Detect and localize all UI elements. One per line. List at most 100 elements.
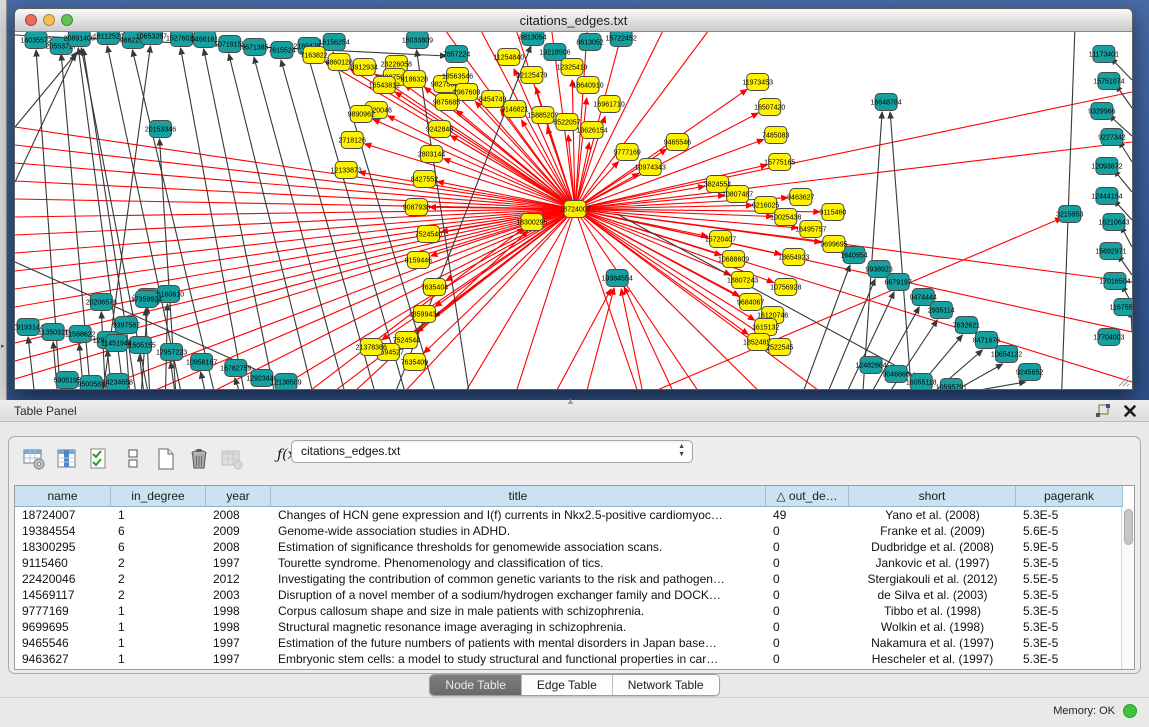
graph-node[interactable]: 20153346 [145, 121, 176, 138]
graph-node[interactable]: 21378366 [356, 339, 387, 356]
graph-node[interactable]: 11350311 [38, 324, 68, 341]
graph-edge[interactable] [365, 144, 575, 209]
table-row[interactable]: 911546021997Tourette syndrome. Phenomeno… [15, 555, 1134, 571]
graph-node[interactable]: 10807487 [722, 186, 753, 203]
graph-node[interactable]: 16782759 [220, 360, 251, 377]
graph-edge[interactable] [979, 382, 1025, 389]
graph-node[interactable]: 18807243 [727, 272, 758, 289]
graph-edge[interactable] [575, 32, 662, 209]
graph-edge[interactable] [15, 209, 575, 289]
graph-node[interactable]: 7163822 [300, 47, 327, 64]
graph-edge[interactable] [181, 48, 244, 389]
table-row[interactable]: 2242004622012Investigating the contribut… [15, 571, 1134, 587]
graph-node[interactable]: 9671385 [241, 39, 268, 56]
graph-node[interactable]: 14234658 [102, 374, 133, 390]
resize-grip-icon[interactable] [1116, 373, 1130, 387]
graph-edge[interactable] [201, 372, 205, 389]
graph-node[interactable]: 10756928 [770, 279, 801, 296]
graph-node[interactable]: 16543812 [369, 77, 400, 94]
column-header-short[interactable]: short [849, 486, 1016, 507]
graph-node[interactable]: 16055118 [906, 374, 937, 390]
graph-node[interactable]: 16210643 [1098, 214, 1129, 231]
column-header-pagerank[interactable]: pagerank [1016, 486, 1123, 507]
row-panel-icon[interactable] [120, 446, 146, 472]
graph-node[interactable]: 7635409 [401, 354, 428, 371]
graph-node[interactable]: 8813054 [519, 32, 546, 46]
table-mode-icon[interactable] [21, 446, 47, 472]
graph-edge[interactable] [373, 119, 575, 209]
table-row[interactable]: 1872400712008Changes of HCN gene express… [15, 507, 1134, 523]
graph-edge[interactable] [804, 265, 850, 389]
tab-network-table[interactable]: Network Table [613, 675, 719, 695]
graph-node[interactable]: 7857224 [443, 46, 470, 63]
column-header-name[interactable]: name [15, 486, 111, 507]
create-column-icon[interactable] [153, 446, 179, 472]
graph-node[interactable]: 11254840 [493, 49, 524, 66]
graph-node[interactable]: 6679197 [885, 274, 912, 291]
column-checks-icon[interactable] [87, 446, 113, 472]
table-row[interactable]: 1938455462009Genome-wide association stu… [15, 523, 1134, 539]
graph-node[interactable]: 3215953 [1056, 206, 1083, 223]
graph-node[interactable]: 7524540 [415, 226, 442, 243]
graph-node[interactable]: 19384554 [602, 270, 633, 287]
graph-node[interactable]: 10654122 [991, 346, 1022, 363]
splitter-handle[interactable]: ▲ [566, 396, 575, 406]
graph-node[interactable]: 15692971 [1095, 243, 1126, 260]
graph-node[interactable]: 1615132 [752, 319, 779, 336]
graph-node[interactable]: 10958167 [186, 354, 217, 371]
graph-node[interactable]: 17704003 [1093, 329, 1124, 346]
graph-edge[interactable] [587, 288, 614, 389]
close-panel-icon[interactable] [1123, 404, 1137, 418]
graph-edge[interactable] [28, 337, 34, 389]
graph-node[interactable]: 7632621 [953, 317, 980, 334]
graph-node[interactable]: 18724007 [559, 201, 590, 218]
graph-edge[interactable] [15, 209, 575, 271]
graph-node[interactable]: 15775165 [764, 154, 795, 171]
graph-node[interactable]: 9684067 [737, 294, 764, 311]
graph-edge[interactable] [575, 32, 707, 209]
column-header-out_de[interactable]: △ out_de… [766, 486, 849, 507]
graph-node[interactable]: 19218506 [539, 44, 570, 61]
graph-node[interactable]: 12325419 [556, 59, 587, 76]
tab-edge-table[interactable]: Edge Table [522, 675, 613, 695]
graph-node[interactable]: 18654923 [778, 249, 809, 266]
graph-node[interactable]: 17359924 [131, 291, 162, 308]
table-row[interactable]: 1830029562008Estimation of significance … [15, 539, 1134, 555]
graph-edge[interactable] [204, 49, 274, 389]
minimize-window-icon[interactable] [43, 14, 55, 26]
import-table-icon[interactable] [219, 446, 245, 472]
graph-node[interactable]: 15751074 [1093, 73, 1124, 90]
graph-node[interactable]: 12093872 [1091, 158, 1122, 175]
table-row[interactable]: 969969511998Structural magnetic resonanc… [15, 619, 1134, 635]
panel-collapse-glyph[interactable]: ▸ [1, 342, 5, 350]
graph-edge[interactable] [863, 112, 882, 389]
table-scrollbar-thumb[interactable] [1124, 509, 1133, 545]
graph-node[interactable]: 9777169 [614, 144, 641, 161]
zoom-window-icon[interactable] [61, 14, 73, 26]
graph-node[interactable]: 7635404 [421, 279, 448, 296]
graph-node[interactable]: 18640910 [572, 77, 603, 94]
column-header-in_degree[interactable]: in_degree [111, 486, 206, 507]
graph-node[interactable]: 9242848 [426, 121, 453, 138]
table-row[interactable]: 1456911722003Disruption of a novel membe… [15, 587, 1134, 603]
graph-node[interactable]: 18563546 [442, 68, 473, 85]
graph-node[interactable]: 9245652 [1016, 364, 1043, 381]
graph-node[interactable]: 17957223 [156, 344, 187, 361]
graph-edge[interactable] [156, 209, 576, 389]
graph-edge[interactable] [557, 289, 611, 389]
graph-node[interactable]: 8912934 [351, 59, 378, 76]
graph-node[interactable]: 12138509 [270, 374, 301, 390]
table-source-dropdown[interactable]: citations_edges.txt ▲▼ [291, 440, 693, 463]
table-row[interactable]: 977716911998Corpus callosum shape and si… [15, 603, 1134, 619]
graph-node[interactable]: 12444154 [1091, 188, 1122, 205]
window-titlebar[interactable]: citations_edges.txt [15, 9, 1132, 32]
graph-node[interactable]: 9087938 [403, 199, 430, 216]
graph-node[interactable]: 16495757 [795, 221, 826, 238]
graph-node[interactable]: 9329966 [1088, 103, 1115, 120]
float-panel-icon[interactable] [1095, 403, 1111, 419]
graph-node[interactable]: 8613052 [576, 34, 603, 51]
graph-node[interactable]: 11568622 [65, 326, 96, 343]
show-columns-icon[interactable] [54, 446, 80, 472]
graph-node[interactable]: 11675531 [1110, 299, 1132, 316]
graph-node[interactable]: 9397587 [113, 317, 140, 334]
